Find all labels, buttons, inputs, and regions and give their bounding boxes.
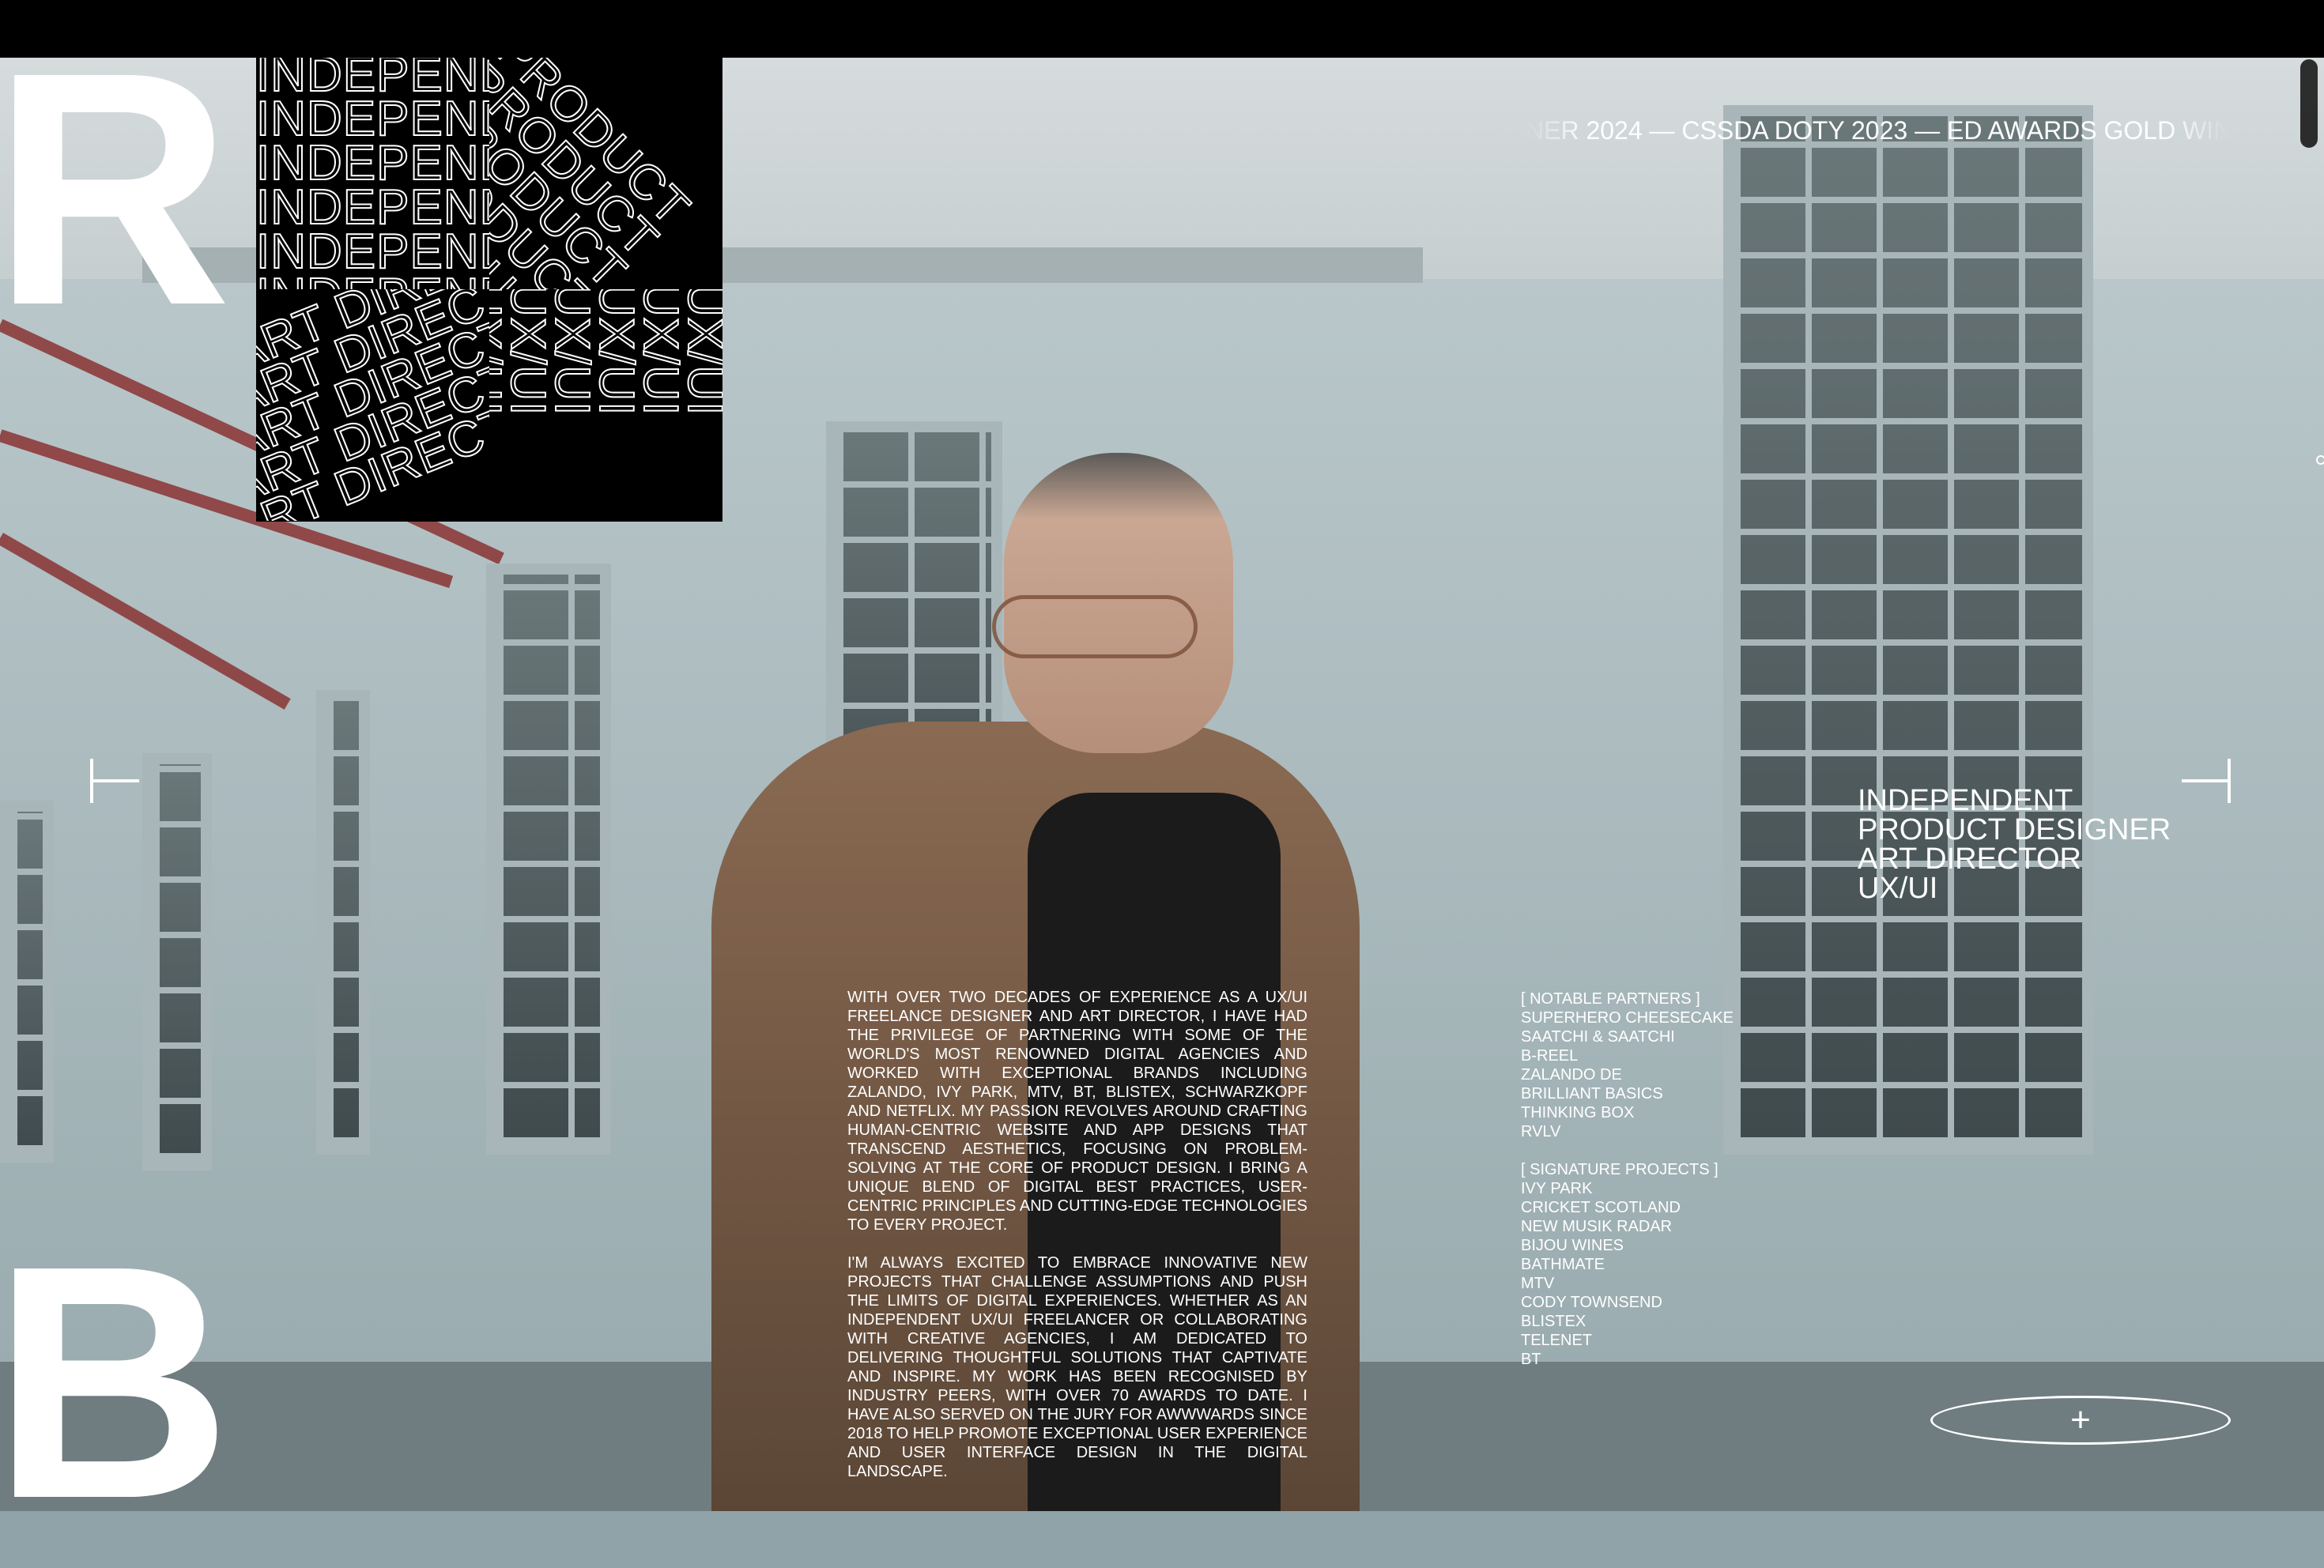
logo-line: UX/UI (632, 289, 689, 416)
scrollbar-thumb[interactable] (2300, 59, 2318, 148)
logo-line: INDEPENDENT (256, 92, 489, 146)
window (142, 753, 212, 1170)
logo-line: INDEPENDENT (256, 271, 489, 290)
logo-quadrant-product: PRODUCT PRODUCT PRODUCT PRODUCT PRODUCT (489, 58, 722, 289)
partner-item: RVLV (1521, 1123, 1561, 1140)
window (316, 690, 370, 1155)
signature-projects-list: [ SIGNATURE PROJECTS ] IVY PARK CRICKET … (1521, 1160, 1734, 1369)
project-item[interactable]: BT (1521, 1350, 1734, 1369)
left-bracket-icon (90, 759, 139, 803)
project-item[interactable]: MTV (1521, 1274, 1734, 1293)
role-item: INDEPENDENT (1858, 784, 2073, 817)
partner-item: SUPERHERO CHEESECAKE (1521, 1009, 1734, 1027)
project-item[interactable]: BLISTEX (1521, 1312, 1734, 1331)
partner-item: B-REEL (1521, 1047, 1579, 1065)
signature-projects-heading: [ SIGNATURE PROJECTS ] (1521, 1161, 1718, 1178)
role-item: UX/UI (1858, 872, 1938, 905)
window (1723, 105, 2093, 1155)
awards-ticker-text: NER 2024 — CSSDA DOTY 2023 — ED AWARDS G… (1526, 116, 2229, 145)
project-item[interactable]: CODY TOWNSEND (1521, 1293, 1734, 1312)
logo-quadrant-art-director: ART DIRECTOR ART DIRECTOR ART DIRECTOR A… (256, 289, 489, 521)
bio-paragraph-2: I'M ALWAYS EXCITED TO EMBRACE INNOVATIVE… (847, 1254, 1307, 1480)
awards-ticker: NER 2024 — CSSDA DOTY 2023 — ED AWARDS G… (1526, 111, 2229, 150)
plus-icon: + (2070, 1400, 2091, 1439)
top-bar (0, 0, 2324, 58)
window (486, 564, 611, 1155)
expand-button[interactable]: + (1930, 1396, 2231, 1445)
project-item[interactable]: NEW MUSIK RADAR (1521, 1217, 1734, 1236)
logo-quadrant-ux-ui: UX/UI UX/UI UX/UI UX/UI UX/UI UX/UI (489, 289, 722, 521)
partner-item: ZALANDO DE (1521, 1066, 1622, 1084)
logo-line: UX/UI (544, 289, 600, 416)
monogram-letter-b: B (0, 1197, 232, 1568)
project-item[interactable]: CRICKET SCOTLAND (1521, 1198, 1734, 1217)
logo-line: INDEPENDENT (256, 224, 489, 279)
credits-lists: [ NOTABLE PARTNERS ] SUPERHERO CHEESECAK… (1521, 989, 1734, 1388)
project-item[interactable]: BATHMATE (1521, 1255, 1734, 1274)
window (0, 801, 54, 1163)
right-bracket-icon (2182, 759, 2231, 803)
monogram-letter-r: R (0, 4, 232, 375)
logo-line: UX/UI (677, 289, 722, 416)
logo-line: UX/UI (588, 289, 644, 416)
logo-line: UX/UI (500, 289, 556, 416)
scroll-indicator-icon (2316, 455, 2324, 465)
role-item: PRODUCT DESIGNER (1858, 813, 2171, 846)
project-item[interactable]: TELENET (1521, 1331, 1734, 1350)
logo-line: INDEPENDENT (256, 136, 489, 190)
bio-text: WITH OVER TWO DECADES OF EXPERIENCE AS A… (847, 988, 1307, 1500)
person-glasses (992, 595, 1198, 658)
notable-partners-heading: [ NOTABLE PARTNERS ] (1521, 990, 1700, 1008)
bio-paragraph-1: WITH OVER TWO DECADES OF EXPERIENCE AS A… (847, 989, 1307, 1234)
partner-item: THINKING BOX (1521, 1104, 1635, 1121)
partner-item: BRILLIANT BASICS (1521, 1085, 1663, 1102)
roles-list: INDEPENDENT PRODUCT DESIGNER ART DIRECTO… (1858, 786, 2171, 903)
logo-quadrant-independent: INDEPENDENT INDEPENDENT INDEPENDENT INDE… (256, 58, 489, 289)
typographic-logo[interactable]: INDEPENDENT INDEPENDENT INDEPENDENT INDE… (256, 58, 722, 522)
partner-item: SAATCHI & SAATCHI (1521, 1028, 1675, 1046)
notable-partners-list: [ NOTABLE PARTNERS ] SUPERHERO CHEESECAK… (1521, 989, 1734, 1141)
role-item: ART DIRECTOR (1858, 842, 2081, 876)
project-item[interactable]: IVY PARK (1521, 1179, 1734, 1198)
logo-line: UX/UI (489, 289, 511, 416)
logo-line: INDEPENDENT (256, 180, 489, 235)
project-item[interactable]: BIJOU WINES (1521, 1236, 1734, 1255)
